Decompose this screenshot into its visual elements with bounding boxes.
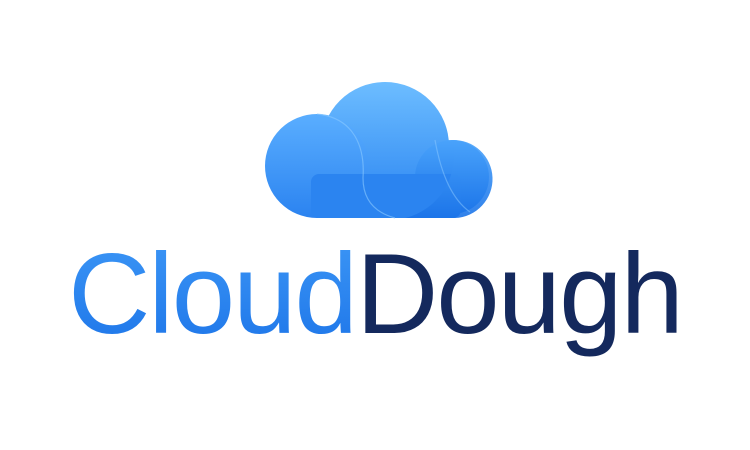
cloud-icon [265, 82, 493, 219]
brand-name-part-2: Dough [355, 231, 684, 358]
logo: CloudDough [0, 0, 750, 450]
wordmark: CloudDough [0, 238, 750, 352]
brand-name-part-1: Cloud [68, 231, 358, 358]
